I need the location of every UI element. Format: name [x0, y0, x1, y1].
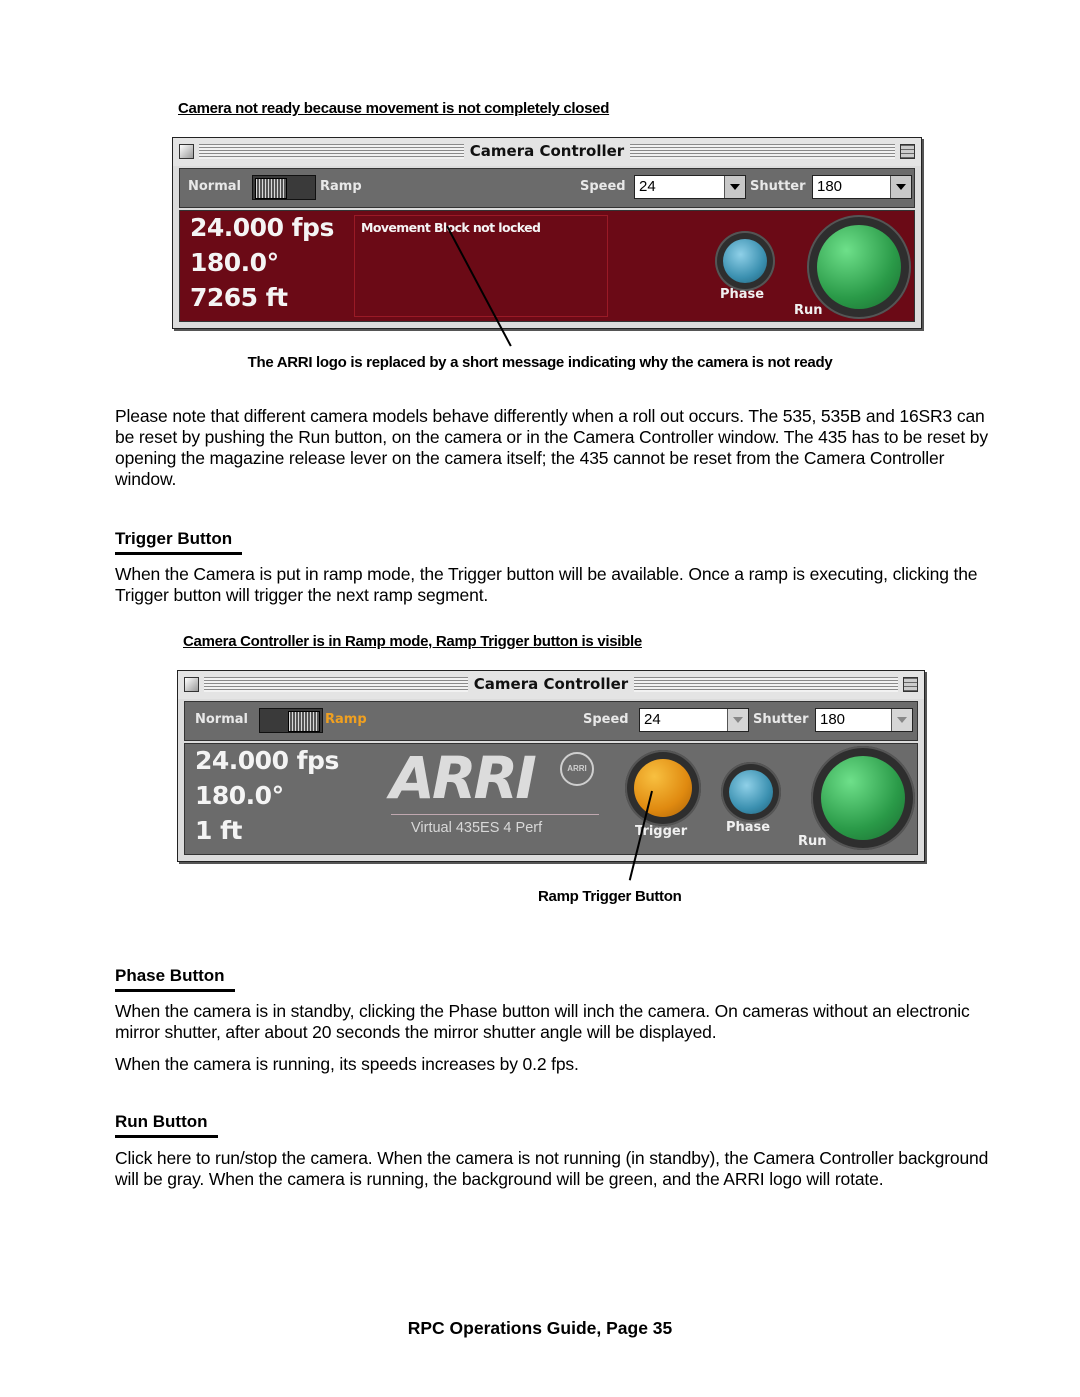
- camera-controller-window-ramp: Camera Controller Normal Ramp Speed 24 S…: [177, 670, 925, 862]
- intro-paragraph: Please note that different camera models…: [115, 406, 988, 489]
- figure2-caption: Camera Controller is in Ramp mode, Ramp …: [183, 633, 642, 650]
- controller-toolbar: Normal Ramp Speed 24 Shutter 180: [179, 168, 915, 208]
- mode-ramp-label: Ramp: [325, 712, 367, 727]
- figure2-annotation: Ramp Trigger Button: [538, 888, 682, 905]
- zoom-box-icon[interactable]: [903, 677, 918, 692]
- fps-readout: 24.000 fps: [195, 746, 339, 775]
- window-title: Camera Controller: [173, 142, 921, 160]
- camera-controller-window-not-ready: Camera Controller Normal Ramp Speed 24 S…: [172, 137, 922, 329]
- trigger-body: When the Camera is put in ramp mode, the…: [115, 564, 978, 605]
- trigger-button[interactable]: [625, 750, 701, 826]
- window-titlebar[interactable]: Camera Controller: [173, 138, 921, 166]
- zoom-box-icon[interactable]: [900, 144, 915, 159]
- mode-toggle-switch[interactable]: [252, 175, 316, 200]
- chevron-down-icon[interactable]: [724, 176, 745, 198]
- figure1-annotation: The ARRI logo is replaced by a short mes…: [247, 354, 833, 371]
- speed-value: 24: [644, 711, 661, 728]
- mode-ramp-label: Ramp: [320, 179, 362, 194]
- speed-label: Speed: [583, 712, 629, 727]
- mode-normal-label: Normal: [195, 712, 248, 727]
- phase-body-1: When the camera is in standby, clicking …: [115, 1001, 970, 1042]
- toggle-knob[interactable]: [288, 711, 320, 732]
- shutter-dropdown[interactable]: 180: [812, 175, 912, 199]
- fps-readout: 24.000 fps: [190, 213, 334, 242]
- chevron-down-icon[interactable]: [890, 176, 911, 198]
- run-body: Click here to run/stop the camera. When …: [115, 1148, 989, 1189]
- run-label: Run: [798, 834, 827, 849]
- camera-model-label: Virtual 435ES 4 Perf: [411, 820, 543, 836]
- phase-label: Phase: [720, 287, 765, 302]
- window-title: Camera Controller: [178, 675, 924, 693]
- arri-logo: ARRI: [390, 744, 537, 812]
- phase-label: Phase: [726, 820, 771, 835]
- phase-body-2: When the camera is running, its speeds i…: [115, 1054, 579, 1074]
- shutter-dropdown[interactable]: 180: [815, 708, 913, 732]
- speed-value: 24: [639, 178, 656, 195]
- window-titlebar[interactable]: Camera Controller: [178, 671, 924, 699]
- mode-normal-label: Normal: [188, 179, 241, 194]
- mode-toggle-switch[interactable]: [259, 708, 323, 733]
- shutter-value: 180: [817, 178, 843, 195]
- shutter-angle-readout: 180.0°: [190, 248, 279, 277]
- speed-dropdown[interactable]: 24: [639, 708, 749, 732]
- footage-readout: 1 ft: [195, 816, 242, 845]
- shutter-value: 180: [820, 711, 846, 728]
- arri-badge-icon: ARRI: [560, 752, 594, 786]
- shutter-label: Shutter: [753, 712, 809, 727]
- toggle-knob[interactable]: [255, 178, 287, 199]
- run-button[interactable]: [807, 215, 911, 319]
- chevron-down-icon[interactable]: [727, 709, 748, 731]
- status-display: 24.000 fps 180.0° 1 ft ARRI ARRI Virtual…: [184, 743, 918, 855]
- phase-button[interactable]: [721, 762, 781, 822]
- message-box: Movement Block not locked: [354, 215, 608, 317]
- shutter-angle-readout: 180.0°: [195, 781, 284, 810]
- page-footer: RPC Operations Guide, Page 35: [407, 1318, 673, 1338]
- figure1-caption: Camera not ready because movement is not…: [178, 100, 610, 117]
- run-label: Run: [794, 303, 823, 318]
- speed-label: Speed: [580, 179, 626, 194]
- run-button[interactable]: [811, 746, 915, 850]
- run-heading: Run Button: [115, 1112, 218, 1138]
- chevron-down-icon[interactable]: [891, 709, 912, 731]
- footage-readout: 7265 ft: [190, 283, 288, 312]
- shutter-label: Shutter: [750, 179, 806, 194]
- controller-toolbar: Normal Ramp Speed 24 Shutter 180: [184, 701, 918, 741]
- phase-heading: Phase Button: [115, 966, 235, 992]
- status-display: 24.000 fps 180.0° 7265 ft Movement Block…: [179, 210, 915, 322]
- logo-underline: [391, 814, 599, 815]
- speed-dropdown[interactable]: 24: [634, 175, 746, 199]
- phase-button[interactable]: [715, 231, 775, 291]
- trigger-heading: Trigger Button: [115, 529, 243, 555]
